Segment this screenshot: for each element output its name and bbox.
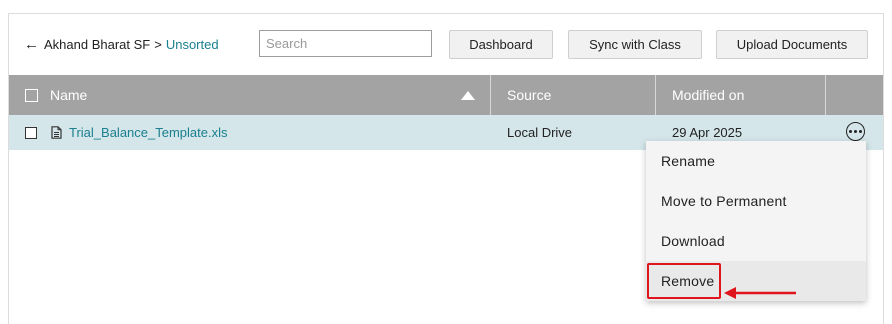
column-header-actions bbox=[826, 75, 883, 115]
column-label-modified: Modified on bbox=[672, 87, 745, 103]
search-input[interactable] bbox=[259, 30, 432, 57]
dashboard-button[interactable]: Dashboard bbox=[449, 30, 553, 59]
select-all-checkbox[interactable] bbox=[25, 88, 38, 102]
table-header: Name Source Modified on bbox=[9, 75, 883, 115]
column-header-source[interactable]: Source bbox=[491, 75, 656, 115]
menu-item-download[interactable]: Download bbox=[646, 221, 866, 261]
sync-with-class-button[interactable]: Sync with Class bbox=[568, 30, 702, 59]
column-label-name: Name bbox=[50, 87, 88, 103]
toolbar: ← Akhand Bharat SF > Unsorted Dashboard … bbox=[9, 14, 883, 75]
menu-item-move-to-permanent[interactable]: Move to Permanent bbox=[646, 181, 866, 221]
breadcrumb: ← Akhand Bharat SF > Unsorted bbox=[24, 37, 219, 52]
file-name-cell: Trial_Balance_Template.xls bbox=[25, 115, 227, 150]
breadcrumb-separator: > bbox=[154, 37, 162, 52]
document-icon bbox=[51, 126, 62, 139]
breadcrumb-current[interactable]: Unsorted bbox=[166, 37, 219, 52]
menu-item-rename[interactable]: Rename bbox=[646, 141, 866, 181]
upload-documents-button[interactable]: Upload Documents bbox=[716, 30, 868, 59]
column-header-name[interactable]: Name bbox=[9, 75, 491, 115]
column-header-modified[interactable]: Modified on bbox=[656, 75, 826, 115]
arrow-left-icon[interactable]: ← bbox=[24, 37, 39, 52]
annotation-arrow-icon bbox=[724, 287, 796, 299]
file-name-link[interactable]: Trial_Balance_Template.xls bbox=[69, 125, 227, 140]
column-label-source: Source bbox=[507, 87, 552, 103]
file-source-cell: Local Drive bbox=[507, 125, 573, 140]
more-horizontal-icon[interactable] bbox=[846, 122, 865, 141]
breadcrumb-parent[interactable]: Akhand Bharat SF bbox=[44, 37, 150, 52]
sort-up-icon[interactable] bbox=[461, 91, 475, 100]
row-checkbox[interactable] bbox=[25, 126, 37, 139]
context-menu: Rename Move to Permanent Download Remove bbox=[646, 141, 866, 301]
